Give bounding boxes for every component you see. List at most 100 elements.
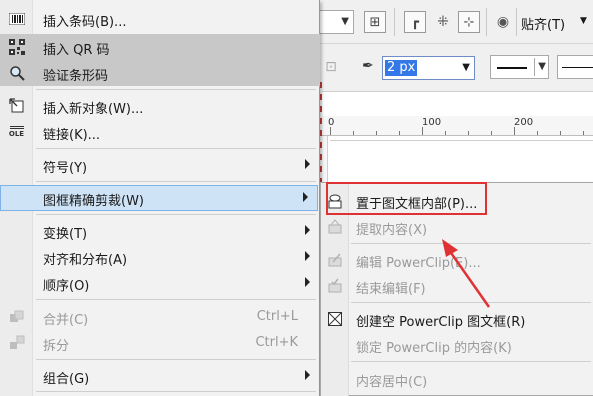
ruler-tick xyxy=(491,131,492,135)
submenu-item-label: 结束编辑(F) xyxy=(356,282,426,297)
submenu-item-create-empty-frame[interactable]: 创建空 PowerClip 图文框(R) xyxy=(321,306,593,332)
menu-separator xyxy=(36,391,316,392)
empty-frame-icon xyxy=(326,311,343,327)
snap-to-label[interactable]: 贴齐(T) xyxy=(521,14,565,33)
menu-item-label: 组合(G) xyxy=(43,372,90,387)
line-end-combo[interactable] xyxy=(557,55,593,79)
line-style-preview xyxy=(497,67,527,69)
show-rulers-icon[interactable]: ┏ xyxy=(404,11,426,33)
submenu-arrow-icon xyxy=(305,225,310,235)
combine-icon xyxy=(8,309,25,325)
submenu-arrow-icon xyxy=(305,159,310,169)
menu-item-label: 图框精确剪裁(W) xyxy=(43,194,144,209)
menu-item-label: 拆分 xyxy=(43,339,70,354)
submenu-item-label: 编辑 PowerClip(E)... xyxy=(356,256,481,271)
qr-code-icon xyxy=(8,39,25,55)
powerclip-submenu: 置于图文框内部(P)... 提取内容(X) 编辑 PowerClip(E)...… xyxy=(320,182,593,396)
zoom-combo[interactable]: ▼ xyxy=(318,10,354,34)
show-guidelines-icon[interactable]: ⊹ xyxy=(458,11,480,33)
menu-separator xyxy=(36,148,316,149)
menu-item-break-apart[interactable]: 拆分 Ctrl+K xyxy=(0,330,320,356)
ruler-tick xyxy=(422,127,423,135)
submenu-item-edit-powerclip[interactable]: 编辑 PowerClip(E)... xyxy=(321,247,593,273)
menu-item-shortcut: Ctrl+K xyxy=(255,335,298,350)
menu-item-label: 插入 QR 码 xyxy=(43,43,110,58)
toolbar-divider xyxy=(516,8,517,36)
submenu-separator xyxy=(351,243,591,244)
menu-separator xyxy=(36,181,316,182)
view-eye-icon[interactable]: ◉ xyxy=(492,11,514,33)
ruler-label: 0 xyxy=(328,117,335,128)
menu-item-insert-qr[interactable]: 插入 QR 码 xyxy=(0,34,320,60)
ruler-label: 100 xyxy=(422,117,442,128)
chevron-down-icon: ▼ xyxy=(534,58,546,76)
ruler-tick xyxy=(353,131,354,135)
line-style-combo[interactable]: ▼ xyxy=(490,55,549,79)
ruler-tick xyxy=(376,131,377,135)
magnifier-icon xyxy=(8,65,25,81)
menu-item-symbol[interactable]: 符号(Y) xyxy=(0,152,320,178)
ruler-tick xyxy=(330,127,331,135)
menu-separator xyxy=(36,214,316,215)
submenu-item-finish-editing[interactable]: 结束编辑(F) xyxy=(321,273,593,299)
ole-link-icon: OLE xyxy=(8,124,25,140)
submenu-arrow-icon xyxy=(303,192,308,202)
menu-item-validate-barcode[interactable]: 验证条形码 xyxy=(0,60,320,86)
menu-item-label: 顺序(O) xyxy=(43,279,90,294)
ruler-tick xyxy=(445,131,446,135)
toolbar-divider xyxy=(486,8,487,36)
place-inside-frame-icon xyxy=(326,193,343,209)
menu-item-group[interactable]: 组合(G) xyxy=(0,363,320,389)
menu-item-insert-new-object[interactable]: 插入新对象(W)... xyxy=(0,93,320,119)
menu-item-label: 插入新对象(W)... xyxy=(43,102,144,117)
finish-editing-icon xyxy=(326,278,343,294)
menu-item-transform[interactable]: 变换(T) xyxy=(0,218,320,244)
ruler-tick xyxy=(514,127,515,135)
full-screen-preview-icon[interactable]: ⊞ xyxy=(364,11,386,33)
menu-item-links[interactable]: OLE 链接(K)... xyxy=(0,119,320,145)
show-grid-icon[interactable]: ⁜ xyxy=(432,11,454,33)
menu-item-combine[interactable]: 合并(C) Ctrl+L xyxy=(0,304,320,330)
outline-width-value: 2 px xyxy=(385,60,418,76)
wireframe-icon[interactable]: ⊡ xyxy=(320,56,342,78)
break-apart-icon xyxy=(8,335,25,351)
menu-item-label: 变换(T) xyxy=(43,227,88,242)
submenu-item-label: 锁定 PowerClip 的内容(K) xyxy=(356,341,512,356)
submenu-arrow-icon xyxy=(305,251,310,261)
menu-item-label: 合并(C) xyxy=(43,313,89,328)
submenu-item-label: 提取内容(X) xyxy=(356,223,428,238)
menu-separator xyxy=(36,359,316,360)
ruler-tick xyxy=(537,131,538,135)
outline-width-field[interactable]: 2 px ▼ xyxy=(382,56,475,80)
menu-item-label: 对齐和分布(A) xyxy=(43,253,128,268)
menu-item-label: 符号(Y) xyxy=(43,161,88,176)
ruler-label: 200 xyxy=(514,117,534,128)
context-menu: 插入条码(B)... 插入 QR 码 验证条形码 插入新对象(W)... OLE… xyxy=(0,0,320,396)
submenu-item-lock-contents[interactable]: 锁定 PowerClip 的内容(K) xyxy=(321,332,593,358)
chevron-down-icon[interactable]: ▼ xyxy=(580,16,587,26)
chevron-down-icon: ▼ xyxy=(341,16,349,27)
menu-item-align-distribute[interactable]: 对齐和分布(A) xyxy=(0,244,320,270)
menu-item-insert-barcode[interactable]: 插入条码(B)... xyxy=(0,6,320,32)
menu-item-order[interactable]: 顺序(O) xyxy=(0,270,320,296)
menu-item-label: 验证条形码 xyxy=(43,69,109,84)
menu-item-label: 插入条码(B)... xyxy=(43,15,127,30)
menu-item-label: 链接(K)... xyxy=(43,128,101,143)
horizontal-ruler: 0 100 200 xyxy=(318,116,593,136)
submenu-arrow-icon xyxy=(305,370,310,380)
toolbar-divider xyxy=(394,8,395,36)
ruler-tick xyxy=(468,131,469,135)
submenu-item-extract-contents[interactable]: 提取内容(X) xyxy=(321,214,593,240)
insert-object-icon xyxy=(8,98,25,114)
submenu-item-label: 置于图文框内部(P)... xyxy=(356,197,478,212)
ruler-tick xyxy=(583,131,584,135)
extract-contents-icon xyxy=(326,219,343,235)
submenu-item-place-inside-frame[interactable]: 置于图文框内部(P)... xyxy=(321,188,593,214)
edit-powerclip-icon xyxy=(326,252,343,268)
menu-item-powerclip[interactable]: 图框精确剪裁(W) xyxy=(0,185,318,211)
ruler-tick xyxy=(399,131,400,135)
menu-separator xyxy=(36,89,316,90)
submenu-item-center-contents[interactable]: 内容居中(C) xyxy=(321,366,593,392)
pen-nib-icon: ✒ xyxy=(362,58,374,74)
submenu-item-label: 创建空 PowerClip 图文框(R) xyxy=(356,315,526,330)
